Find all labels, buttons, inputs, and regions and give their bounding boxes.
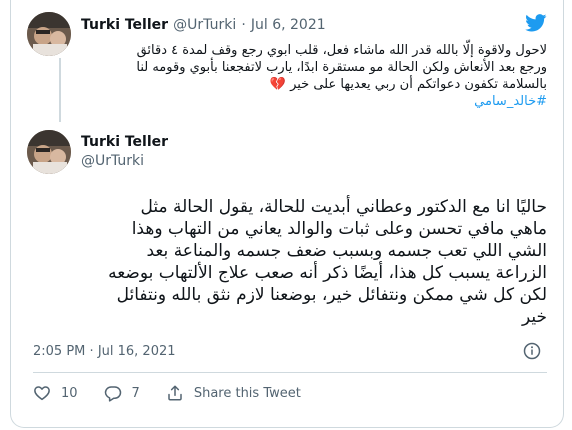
author-handle[interactable]: @UrTurki xyxy=(81,153,168,169)
reply-bubble-icon xyxy=(104,386,121,402)
quoted-header: Turki Teller @UrTurki · Jul 6, 2021 xyxy=(81,14,326,33)
action-bar: 10 7 Share this Tweet xyxy=(33,384,327,402)
thread-connector xyxy=(59,58,61,122)
tweet-time: 2:05 PM xyxy=(33,344,86,359)
avatar-image xyxy=(27,130,71,174)
quoted-text-line: بالسلامة تكفون دعواتكم أن ربي يعديها على… xyxy=(269,77,547,92)
tweet-date: Jul 16, 2021 xyxy=(97,344,176,359)
author-name[interactable]: Turki Teller xyxy=(81,17,168,33)
main-tweet-text: حاليًا انا مع الدكتور وعطاني أبديت للحال… xyxy=(27,196,547,328)
hashtag-link[interactable]: #خالد_سامي xyxy=(77,93,547,110)
main-text-line: ماهي مافي تحسن وعلى ثبات والوالد يعاني م… xyxy=(131,219,547,239)
author-handle[interactable]: @UrTurki xyxy=(173,17,236,33)
heart-icon xyxy=(34,386,50,401)
quoted-tweet-text: لاحول ولاقوة إلّا بالله قدر الله ماشاء ف… xyxy=(77,42,547,110)
main-author: Turki Teller @UrTurki xyxy=(81,134,168,169)
separator-dot: · xyxy=(89,344,94,359)
main-text-line: حاليًا انا مع الدكتور وعطاني أبديت للحال… xyxy=(140,197,548,217)
quoted-text-line: لاحول ولاقوة إلّا بالله قدر الله ماشاء ف… xyxy=(136,43,547,58)
main-text-line: لكن كل شي ممكن ونتفائل خير، بوضعنا لازم … xyxy=(116,285,547,305)
divider xyxy=(33,372,547,373)
like-count: 10 xyxy=(61,385,78,401)
avatar-quoted[interactable] xyxy=(27,12,71,56)
main-text-line: الشي اللي تعب جسمه وبسبب ضعف جسمه والمنا… xyxy=(146,241,547,261)
share-label: Share this Tweet xyxy=(193,385,301,401)
quoted-text-line: ورجع بعد الأنعاش ولكن الحالة مو مستقرة ا… xyxy=(136,60,547,75)
tweet-date[interactable]: Jul 6, 2021 xyxy=(251,17,326,33)
info-icon[interactable] xyxy=(523,342,541,360)
separator-dot: · xyxy=(241,17,246,33)
author-name[interactable]: Turki Teller xyxy=(81,134,168,150)
reply-count: 7 xyxy=(131,385,140,401)
share-button[interactable]: Share this Tweet xyxy=(166,384,301,402)
avatar-image xyxy=(27,12,71,56)
tweet-card: Turki Teller @UrTurki · Jul 6, 2021 لاحو… xyxy=(10,0,564,428)
avatar-main[interactable] xyxy=(27,130,71,174)
like-button[interactable]: 10 xyxy=(33,384,78,402)
reply-button[interactable]: 7 xyxy=(104,384,140,402)
main-text-line: الزراعة يسبب كل هذا، أيضًا ذكر أنه صعب ع… xyxy=(108,263,547,283)
tweet-timestamp[interactable]: 2:05 PM · Jul 16, 2021 xyxy=(33,344,176,359)
twitter-bird-icon[interactable] xyxy=(525,14,547,32)
share-icon xyxy=(168,385,182,401)
main-text-line: خير xyxy=(521,307,547,327)
